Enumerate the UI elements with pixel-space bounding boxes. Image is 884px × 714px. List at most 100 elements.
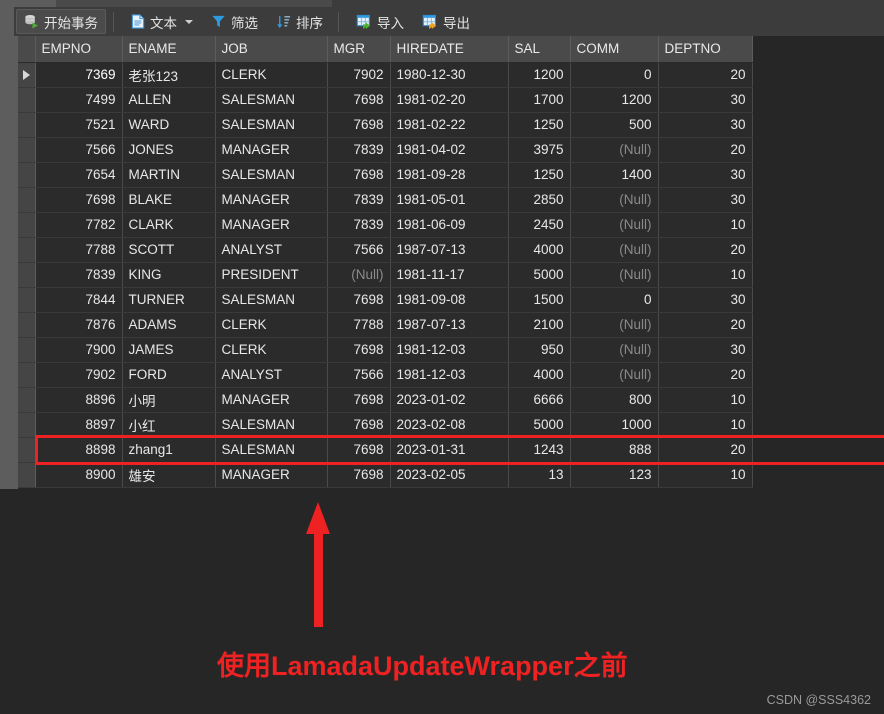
table-row[interactable]: 7876 ADAMS CLERK 7788 1987-07-13 2100 (Null) 20 [18,312,753,338]
cell-empno[interactable]: 7876 [35,312,123,338]
row-indicator-cell[interactable] [18,287,36,313]
cell-job[interactable]: MANAGER [215,137,328,163]
cell-mgr[interactable]: 7698 [327,112,391,138]
cell-hiredate[interactable]: 1981-09-28 [390,162,509,188]
cell-empno[interactable]: 7839 [35,262,123,288]
cell-mgr[interactable]: 7698 [327,462,391,488]
cell-job[interactable]: MANAGER [215,187,328,213]
row-indicator-cell[interactable] [18,187,36,213]
cell-empno[interactable]: 7844 [35,287,123,313]
cell-job[interactable]: SALESMAN [215,437,328,463]
column-header-ename[interactable]: ENAME [122,36,216,63]
export-button[interactable]: 导出 [414,9,478,34]
tab-active-indicator[interactable] [56,0,332,7]
row-indicator-cell[interactable] [18,87,36,113]
cell-sal[interactable]: 5000 [508,412,571,438]
table-row[interactable]: 7499 ALLEN SALESMAN 7698 1981-02-20 1700 1200 3… [18,87,753,113]
cell-sal[interactable]: 1500 [508,287,571,313]
table-row[interactable]: 8897 小红 SALESMAN 7698 2023-02-08 5000 1000 10 [18,412,753,438]
cell-mgr[interactable]: 7566 [327,237,391,263]
cell-comm[interactable]: 123 [570,462,659,488]
cell-hiredate[interactable]: 1981-06-09 [390,212,509,238]
cell-sal[interactable]: 4000 [508,362,571,388]
table-row[interactable]: 7521 WARD SALESMAN 7698 1981-02-22 1250 500 30 [18,112,753,138]
cell-comm[interactable]: 500 [570,112,659,138]
cell-job[interactable]: SALESMAN [215,112,328,138]
import-button[interactable]: 导入 [348,9,412,34]
cell-sal[interactable]: 2450 [508,212,571,238]
cell-deptno[interactable]: 10 [658,212,753,238]
cell-ename[interactable]: MARTIN [122,162,216,188]
table-row[interactable]: 7698 BLAKE MANAGER 7839 1981-05-01 2850 (Null)… [18,187,753,213]
cell-comm[interactable]: 1000 [570,412,659,438]
cell-deptno[interactable]: 10 [658,412,753,438]
cell-sal[interactable]: 13 [508,462,571,488]
table-row[interactable]: 7566 JONES MANAGER 7839 1981-04-02 3975 (Null)… [18,137,753,163]
cell-hiredate[interactable]: 1981-02-20 [390,87,509,113]
chevron-down-icon[interactable] [185,19,193,24]
table-row[interactable]: 7654 MARTIN SALESMAN 7698 1981-09-28 1250 1400… [18,162,753,188]
row-indicator-cell[interactable] [18,162,36,188]
text-button[interactable]: 文本 [123,9,201,34]
cell-ename[interactable]: 小明 [122,387,216,413]
start-transaction-button[interactable]: 开始事务 [16,9,106,34]
cell-sal[interactable]: 1250 [508,162,571,188]
cell-deptno[interactable]: 20 [658,62,753,88]
row-indicator-cell[interactable] [18,312,36,338]
cell-deptno[interactable]: 20 [658,137,753,163]
cell-job[interactable]: PRESIDENT [215,262,328,288]
cell-ename[interactable]: JONES [122,137,216,163]
filter-button[interactable]: 筛选 [203,9,266,34]
cell-empno[interactable]: 7902 [35,362,123,388]
cell-mgr[interactable]: 7698 [327,162,391,188]
cell-hiredate[interactable]: 2023-02-05 [390,462,509,488]
cell-empno[interactable]: 7566 [35,137,123,163]
cell-deptno[interactable]: 10 [658,462,753,488]
cell-ename[interactable]: 老张123 [122,62,216,88]
cell-comm[interactable]: 1400 [570,162,659,188]
cell-empno[interactable]: 7499 [35,87,123,113]
cell-hiredate[interactable]: 1981-09-08 [390,287,509,313]
cell-comm[interactable]: (Null) [570,312,659,338]
cell-job[interactable]: SALESMAN [215,162,328,188]
cell-empno[interactable]: 7782 [35,212,123,238]
cell-hiredate[interactable]: 2023-02-08 [390,412,509,438]
cell-mgr[interactable]: (Null) [327,262,391,288]
cell-comm[interactable]: 888 [570,437,659,463]
cell-comm[interactable]: (Null) [570,237,659,263]
cell-ename[interactable]: BLAKE [122,187,216,213]
cell-comm[interactable]: 0 [570,287,659,313]
cell-empno[interactable]: 7521 [35,112,123,138]
cell-empno[interactable]: 7698 [35,187,123,213]
row-indicator-cell[interactable] [18,212,36,238]
table-row[interactable]: 7369 老张123 CLERK 7902 1980-12-30 1200 0 20 [18,62,753,88]
cell-mgr[interactable]: 7698 [327,87,391,113]
cell-comm[interactable]: (Null) [570,137,659,163]
column-header-hiredate[interactable]: HIREDATE [390,36,509,63]
cell-hiredate[interactable]: 2023-01-31 [390,437,509,463]
cell-sal[interactable]: 1700 [508,87,571,113]
cell-deptno[interactable]: 10 [658,387,753,413]
table-row[interactable]: 7839 KING PRESIDENT (Null) 1981-11-17 5000 (Nu… [18,262,753,288]
row-indicator-cell[interactable] [18,62,36,88]
row-indicator-cell[interactable] [18,237,36,263]
table-row[interactable]: 7902 FORD ANALYST 7566 1981-12-03 4000 (Null) 2… [18,362,753,388]
cell-sal[interactable]: 1200 [508,62,571,88]
cell-sal[interactable]: 4000 [508,237,571,263]
cell-hiredate[interactable]: 1987-07-13 [390,237,509,263]
cell-mgr[interactable]: 7698 [327,337,391,363]
cell-hiredate[interactable]: 1981-02-22 [390,112,509,138]
cell-empno[interactable]: 7369 [35,62,123,88]
cell-ename[interactable]: FORD [122,362,216,388]
cell-job[interactable]: ANALYST [215,362,328,388]
row-indicator-cell[interactable] [18,337,36,363]
cell-ename[interactable]: JAMES [122,337,216,363]
table-row[interactable]: 8900 雄安 MANAGER 7698 2023-02-05 13 123 10 [18,462,753,488]
table-row[interactable]: 8898 zhang1 SALESMAN 7698 2023-01-31 1243 888 2… [18,437,753,463]
cell-hiredate[interactable]: 1981-12-03 [390,337,509,363]
cell-hiredate[interactable]: 1981-12-03 [390,362,509,388]
cell-comm[interactable]: (Null) [570,212,659,238]
column-header-comm[interactable]: COMM [570,36,659,63]
column-header-deptno[interactable]: DEPTNO [658,36,753,63]
cell-hiredate[interactable]: 1981-05-01 [390,187,509,213]
